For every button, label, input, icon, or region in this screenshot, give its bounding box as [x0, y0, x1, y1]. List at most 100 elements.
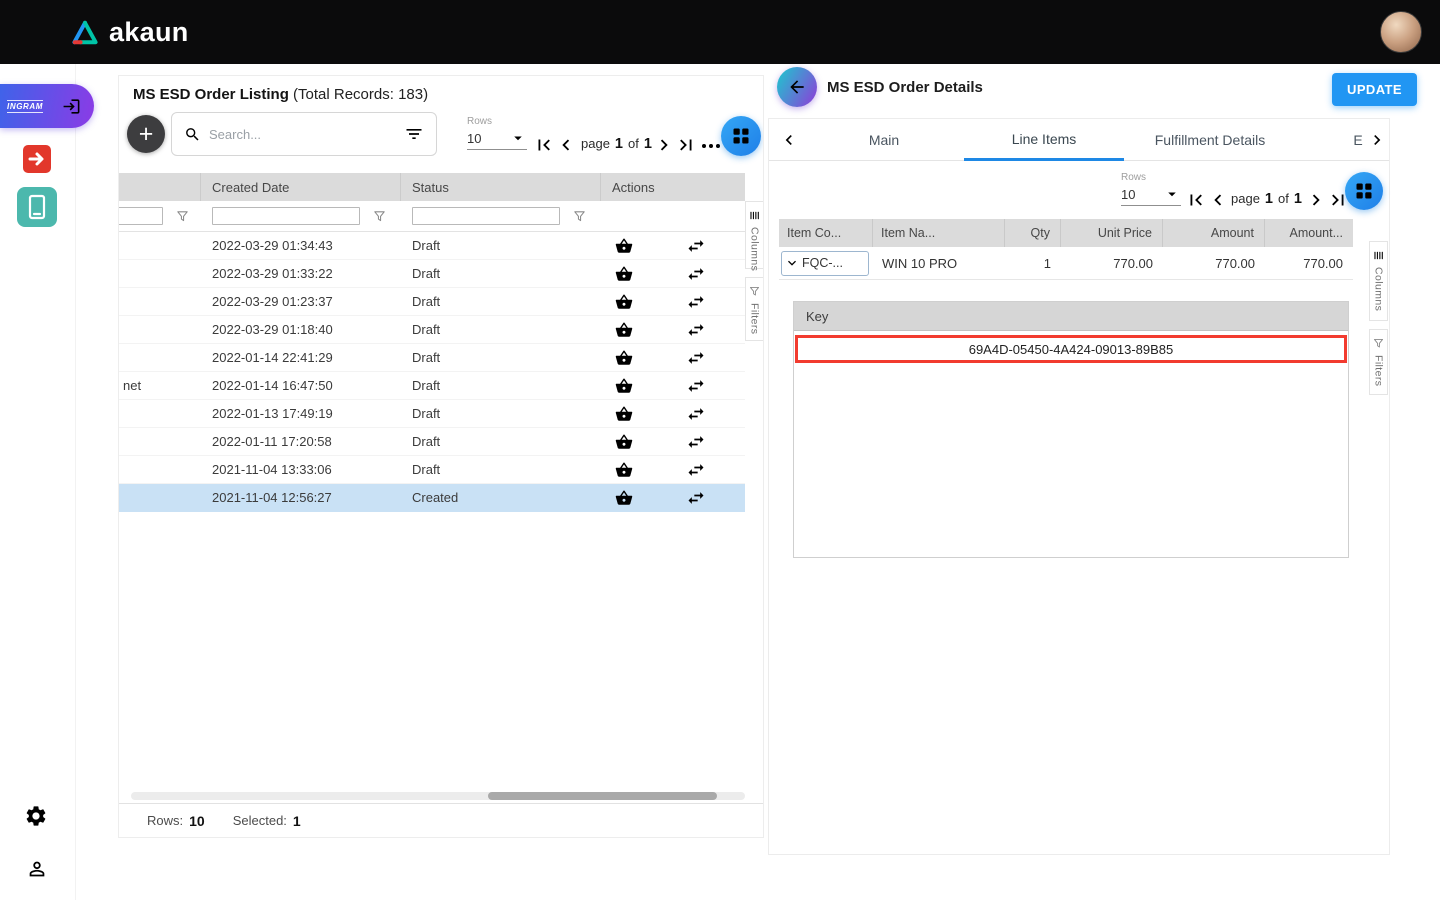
tab-fulfillment-details[interactable]: Fulfillment Details — [1120, 119, 1300, 161]
table-row[interactable]: 2022-03-29 01:23:37 Draft — [119, 288, 745, 316]
table-row[interactable]: 2022-01-11 17:20:58 Draft — [119, 428, 745, 456]
search-input[interactable] — [209, 127, 396, 142]
row-created-date: 2022-03-29 01:34:43 — [201, 238, 401, 253]
rows-per-page-select[interactable]: Rows 10 — [467, 116, 527, 150]
key-value-row-highlighted[interactable]: 69A4D-05450-4A424-09013-89B85 — [795, 335, 1347, 363]
swap-icon[interactable] — [686, 404, 706, 424]
footer-selected-value: 1 — [293, 813, 301, 829]
brand-logo[interactable]: akaun — [70, 17, 189, 48]
basket-icon[interactable] — [615, 461, 633, 479]
table-row[interactable]: 2022-01-13 17:49:19 Draft — [119, 400, 745, 428]
next-page-icon[interactable] — [1305, 189, 1327, 211]
line-item-row[interactable]: FQC-... WIN 10 PRO 1 770.00 770.00 770.0… — [779, 247, 1353, 280]
row-status: Draft — [401, 378, 601, 393]
table-row-selected[interactable]: 2021-11-04 12:56:27 Created — [119, 484, 745, 512]
filters-strip[interactable]: Filters — [745, 277, 764, 341]
column-header-item-name: Item Na... — [873, 219, 1005, 247]
swap-icon[interactable] — [686, 320, 706, 340]
pdf-export-icon[interactable] — [21, 143, 53, 175]
listing-table-body: 2022-03-29 01:34:43 Draft 2022-03-29 01:… — [119, 232, 745, 512]
tab-partial[interactable]: E — [1349, 119, 1367, 161]
prev-page-icon[interactable] — [1207, 189, 1229, 211]
user-avatar[interactable] — [1380, 11, 1422, 53]
table-row[interactable]: 2022-03-29 01:34:43 Draft — [119, 232, 745, 260]
settings-gear-icon[interactable] — [24, 804, 48, 828]
basket-icon[interactable] — [615, 349, 633, 367]
details-title: MS ESD Order Details — [827, 79, 983, 96]
swap-icon[interactable] — [686, 376, 706, 396]
filter-list-icon[interactable] — [404, 124, 424, 144]
table-row[interactable]: 2022-01-14 22:41:29 Draft — [119, 344, 745, 372]
swap-icon[interactable] — [686, 432, 706, 452]
update-button[interactable]: UPDATE — [1332, 73, 1417, 106]
next-page-icon[interactable] — [653, 134, 675, 156]
scrollbar-thumb[interactable] — [488, 792, 717, 800]
first-page-icon[interactable] — [533, 134, 555, 156]
key-column-header: Key — [794, 302, 1348, 331]
caret-down-icon — [509, 129, 527, 147]
column-header-created-date: Created Date — [201, 173, 401, 201]
grid-view-button[interactable] — [721, 116, 761, 156]
column-header-amount2: Amount... — [1265, 219, 1353, 247]
funnel-icon[interactable] — [372, 209, 387, 224]
basket-icon[interactable] — [615, 321, 633, 339]
basket-icon[interactable] — [615, 377, 633, 395]
last-page-icon[interactable] — [675, 134, 697, 156]
row-first-col: net — [119, 378, 201, 393]
basket-icon[interactable] — [615, 489, 633, 507]
columns-strip[interactable]: Columns — [1369, 241, 1388, 321]
mobile-app-icon[interactable] — [17, 187, 57, 227]
back-arrow-icon — [787, 77, 807, 97]
filter-input-status[interactable] — [412, 207, 560, 225]
profile-person-icon[interactable] — [26, 858, 48, 880]
basket-icon[interactable] — [615, 265, 633, 283]
columns-strip[interactable]: Columns — [745, 201, 764, 269]
swap-icon[interactable] — [686, 236, 706, 256]
basket-icon[interactable] — [615, 237, 633, 255]
rows-per-page-select[interactable]: Rows 10 — [1121, 172, 1181, 206]
page-total: 1 — [1294, 191, 1302, 207]
filter-input-created-date[interactable] — [212, 207, 360, 225]
table-row[interactable]: 2022-03-29 01:18:40 Draft — [119, 316, 745, 344]
filter-input-hidden-column[interactable] — [118, 207, 163, 225]
tab-main[interactable]: Main — [844, 119, 924, 161]
swap-icon[interactable] — [686, 488, 706, 508]
filters-strip-label: Filters — [749, 303, 761, 334]
page-indicator: page 1 of 1 — [1231, 191, 1302, 207]
rows-label: Rows — [1121, 172, 1181, 183]
tab-bar: Main Line Items Fulfillment Details E — [769, 119, 1389, 161]
funnel-icon[interactable] — [572, 209, 587, 224]
item-name-value: WIN 10 PRO — [873, 256, 1005, 271]
funnel-icon — [748, 285, 761, 298]
table-row[interactable]: 2022-03-29 01:33:22 Draft — [119, 260, 745, 288]
swap-icon[interactable] — [686, 264, 706, 284]
expand-chevron-icon[interactable] — [784, 255, 800, 271]
horizontal-scrollbar[interactable] — [131, 792, 745, 800]
grid-view-button[interactable] — [1345, 172, 1383, 210]
item-code-cell[interactable]: FQC-... — [781, 251, 869, 276]
swap-icon[interactable] — [686, 348, 706, 368]
license-key-value: 69A4D-05450-4A424-09013-89B85 — [969, 342, 1174, 357]
footer-rows-value: 10 — [189, 813, 205, 829]
first-page-icon[interactable] — [1185, 189, 1207, 211]
table-row[interactable]: 2021-11-04 13:33:06 Draft — [119, 456, 745, 484]
basket-icon[interactable] — [615, 293, 633, 311]
add-record-button[interactable]: + — [127, 115, 165, 153]
more-options-icon[interactable] — [699, 134, 723, 158]
swap-icon[interactable] — [686, 460, 706, 480]
basket-icon[interactable] — [615, 433, 633, 451]
tab-scroll-right-icon[interactable] — [1367, 130, 1387, 150]
tab-line-items[interactable]: Line Items — [964, 119, 1124, 161]
total-records: (Total Records: 183) — [293, 86, 428, 103]
row-status: Created — [401, 490, 601, 505]
basket-icon[interactable] — [615, 405, 633, 423]
ingram-shortcut-button[interactable]: INGRAM — [0, 84, 94, 128]
swap-icon[interactable] — [686, 292, 706, 312]
back-button[interactable] — [777, 67, 817, 107]
tab-scroll-left-icon[interactable] — [779, 130, 799, 150]
row-status: Draft — [401, 266, 601, 281]
funnel-icon[interactable] — [175, 209, 190, 224]
table-row[interactable]: net 2022-01-14 16:47:50 Draft — [119, 372, 745, 400]
filters-strip[interactable]: Filters — [1369, 329, 1388, 395]
prev-page-icon[interactable] — [555, 134, 577, 156]
